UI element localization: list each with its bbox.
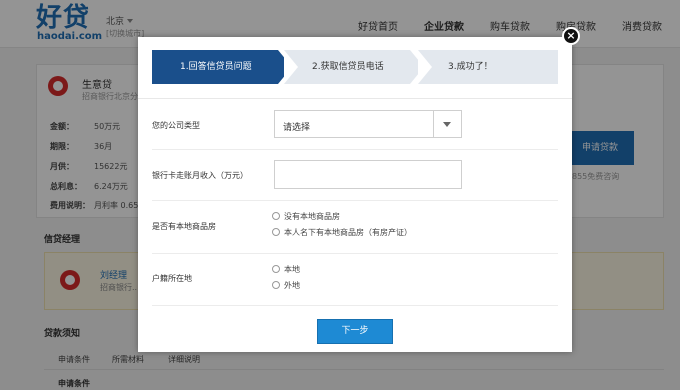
radio-label: 本人名下有本地商品房（有房产证）	[284, 228, 412, 237]
caret-down-icon	[443, 122, 451, 127]
radio-circle[interactable]	[272, 212, 280, 220]
divider	[152, 200, 558, 201]
radio-has-house[interactable]: 本人名下有本地商品房（有房产证）	[272, 227, 412, 238]
radio-no-house[interactable]: 没有本地商品房	[272, 211, 340, 222]
monthly-income-input[interactable]	[274, 160, 462, 189]
dropdown-toggle[interactable]	[433, 111, 461, 137]
company-type-select[interactable]: 请选择	[274, 110, 462, 138]
radio-local[interactable]: 本地	[272, 264, 300, 275]
radio-label: 本地	[284, 265, 300, 274]
close-icon[interactable]: ×	[562, 27, 580, 45]
radio-nonlocal[interactable]: 外地	[272, 280, 300, 291]
radio-circle[interactable]	[272, 281, 280, 289]
divider	[152, 253, 558, 254]
radio-label: 没有本地商品房	[284, 212, 340, 221]
monthly-income-label: 银行卡走账月收入（万元）	[152, 171, 248, 180]
radio-circle[interactable]	[272, 265, 280, 273]
local-house-label: 是否有本地商品房	[152, 222, 216, 231]
radio-label: 外地	[284, 281, 300, 290]
company-type-selected: 请选择	[283, 123, 311, 133]
next-step-button[interactable]: 下一步	[317, 319, 393, 344]
company-type-label: 您的公司类型	[152, 121, 200, 130]
household-registration-label: 户籍所在地	[152, 274, 192, 283]
step-2: 2.获取信贷员电话	[284, 50, 424, 84]
step-3: 3.成功了！	[418, 50, 558, 84]
divider	[152, 305, 558, 306]
radio-circle[interactable]	[272, 228, 280, 236]
step-1: 1.回答信贷员问题	[152, 50, 292, 84]
divider	[152, 149, 558, 150]
